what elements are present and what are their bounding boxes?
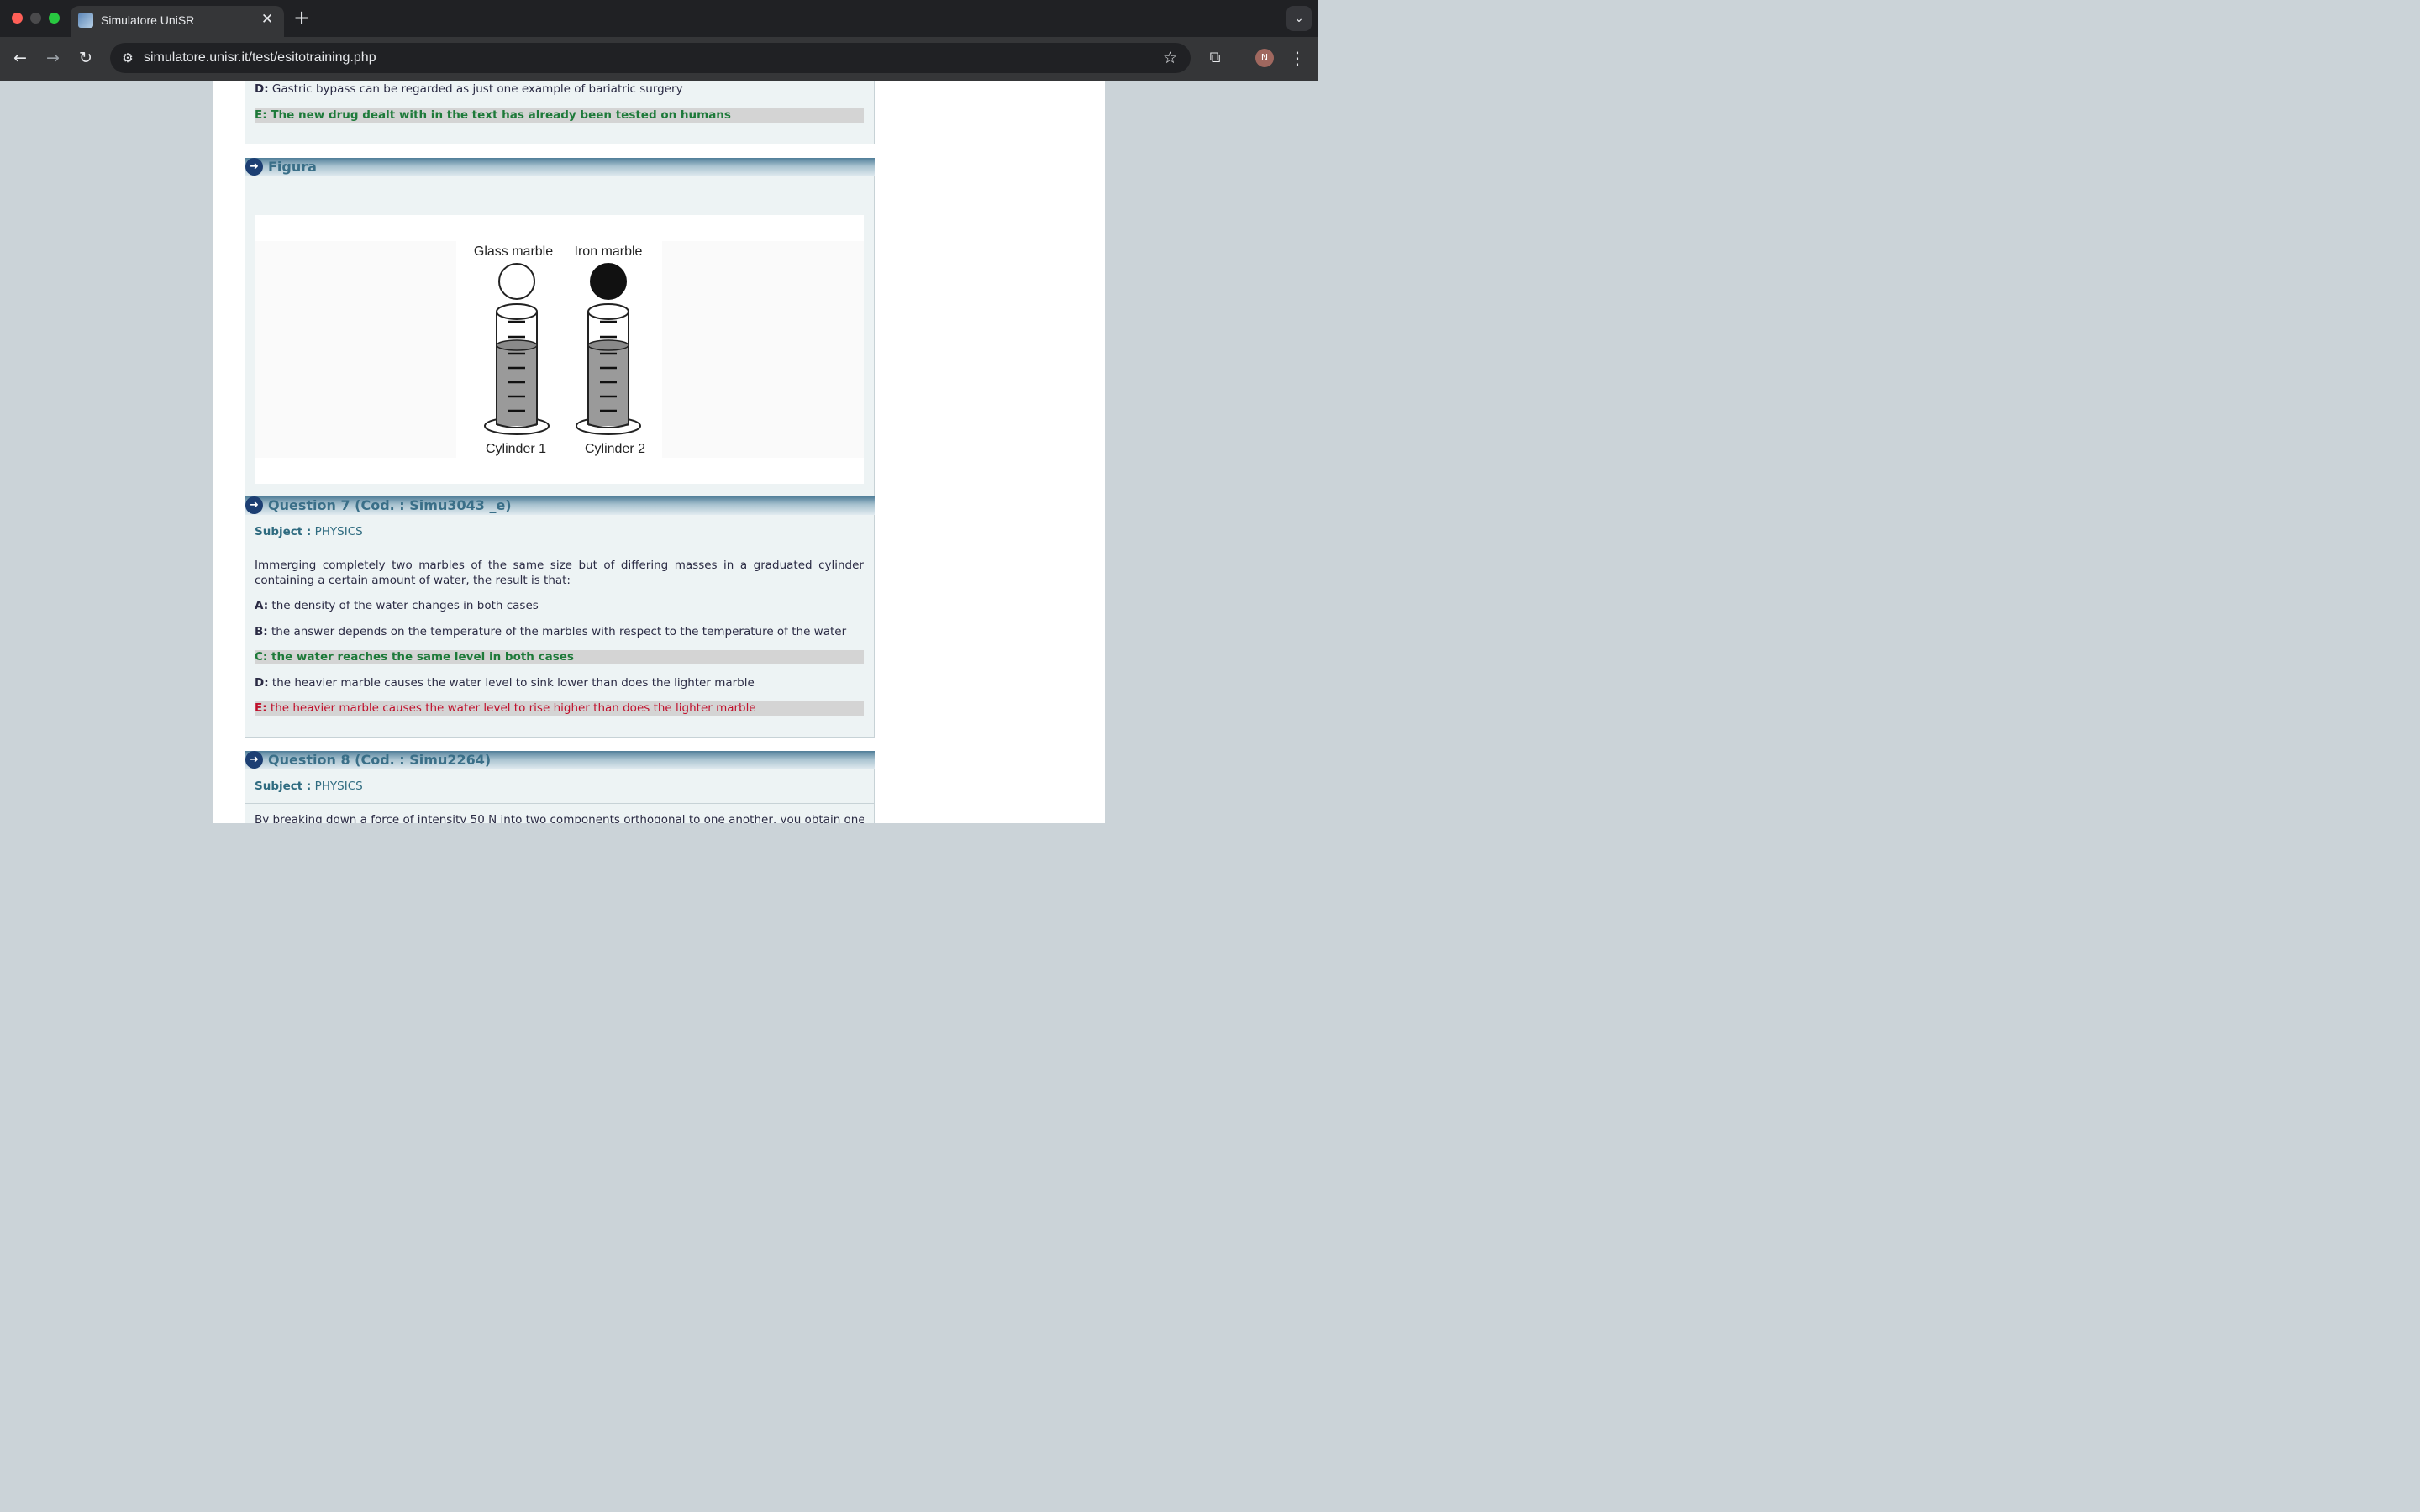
reload-icon[interactable]: ↻ (75, 47, 97, 69)
option-letter: B: (255, 625, 268, 638)
subject-label: Subject : (255, 525, 312, 538)
browser-toolbar: ← → ↻ ⚙ simulatore.unisr.it/test/esitotr… (0, 37, 1318, 81)
option-text: The new drug dealt with in the text has … (271, 108, 731, 122)
site-info-icon[interactable]: ⚙ (118, 48, 138, 68)
subject-value: PHYSICS (314, 525, 363, 538)
arrow-circle-icon: ➜ (245, 751, 263, 769)
cylinder-1 (484, 303, 550, 435)
glass-marble (498, 263, 535, 300)
tab-close-icon[interactable]: ✕ (259, 11, 276, 28)
question-7-text: Immerging completely two marbles of the … (255, 559, 864, 587)
browser-menu-icon[interactable]: ⋮ (1289, 47, 1306, 69)
window-minimize-button[interactable] (30, 13, 41, 24)
option-text: the heavier marble causes the water leve… (270, 701, 756, 715)
tab-search-button[interactable]: ⌄ (1286, 6, 1312, 31)
figure-header: ➜ Figura (245, 158, 875, 176)
question-8-text: By breaking down a force of intensity 50… (255, 813, 864, 823)
forward-arrow-icon[interactable]: → (42, 47, 64, 69)
q7-option-e-wrong: E: the heavier marble causes the water l… (255, 701, 864, 716)
bookmark-star-icon[interactable]: ☆ (1163, 48, 1177, 68)
extensions-icon[interactable]: ⧉ (1205, 47, 1225, 69)
profile-avatar[interactable]: N (1255, 49, 1274, 67)
new-tab-button[interactable]: + (292, 6, 311, 29)
iron-marble (590, 263, 627, 300)
cylinder-1-label: Cylinder 1 (486, 442, 546, 456)
tab-title: Simulatore UniSR (101, 13, 195, 27)
q7-option-c-correct: C: the water reaches the same level in b… (255, 650, 864, 664)
q7-option-b: B: the answer depends on the temperature… (255, 625, 864, 639)
option-letter: D: (255, 82, 269, 96)
subject-divider (245, 803, 874, 804)
question-7-header: ➜ Question 7 (Cod. : Simu3043 _e) (245, 496, 875, 515)
figure-illustration: Glass marble Iron marble Cylinder 1 Cyli… (456, 241, 662, 458)
figure-title: Figura (268, 159, 317, 175)
arrow-circle-icon: ➜ (245, 158, 263, 176)
subject-label: Subject : (255, 780, 312, 793)
figure-image-area: Glass marble Iron marble Cylinder 1 Cyli… (255, 215, 864, 484)
page-viewport: D: Gastric bypass can be regarded as jus… (0, 81, 1318, 823)
option-text: the water reaches the same level in both… (271, 650, 574, 664)
q7-option-d: D: the heavier marble causes the water l… (255, 676, 864, 690)
glass-marble-label: Glass marble (474, 244, 553, 259)
option-letter: D: (255, 676, 269, 690)
cylinders-illustration: Glass marble Iron marble Cylinder 1 Cyli… (474, 244, 645, 456)
cylinder-2 (576, 303, 641, 435)
q7-option-a: A: the density of the water changes in b… (255, 599, 864, 613)
window-zoom-button[interactable] (49, 13, 60, 24)
question-8-title: Question 8 (Cod. : Simu2264) (268, 752, 492, 768)
question-8-header: ➜ Question 8 (Cod. : Simu2264) (245, 751, 875, 769)
cylinder-2-label: Cylinder 2 (585, 442, 645, 456)
option-text: the heavier marble causes the water leve… (271, 676, 755, 690)
question-7-subject: Subject : PHYSICS (255, 525, 363, 538)
question-7-title: Question 7 (Cod. : Simu3043 _e) (268, 497, 512, 513)
prev-option-e-correct: E: The new drug dealt with in the text h… (255, 108, 864, 123)
option-text: Gastric bypass can be regarded as just o… (271, 82, 683, 96)
option-letter: C: (255, 650, 268, 664)
option-letter: E: (255, 108, 267, 122)
iron-marble-label: Iron marble (575, 244, 643, 259)
back-arrow-icon[interactable]: ← (9, 47, 31, 69)
tab-strip: Simulatore UniSR ✕ + ⌄ (0, 0, 1318, 37)
option-text: the density of the water changes in both… (271, 599, 539, 612)
figure-backdrop: Glass marble Iron marble Cylinder 1 Cyli… (255, 241, 864, 458)
arrow-circle-icon: ➜ (245, 496, 263, 514)
prev-option-d: D: Gastric bypass can be regarded as jus… (255, 82, 864, 97)
browser-tab[interactable]: Simulatore UniSR ✕ (71, 6, 284, 37)
option-letter: A: (255, 599, 269, 612)
question-8-subject: Subject : PHYSICS (255, 780, 363, 793)
url-text[interactable]: simulatore.unisr.it/test/esitotraining.p… (144, 50, 376, 66)
window-close-button[interactable] (12, 13, 23, 24)
subject-value: PHYSICS (314, 780, 363, 793)
option-text: the answer depends on the temperature of… (271, 625, 847, 638)
address-bar[interactable]: ⚙ simulatore.unisr.it/test/esitotraining… (110, 43, 1191, 73)
option-letter: E: (255, 701, 267, 715)
favicon-icon (78, 13, 93, 28)
